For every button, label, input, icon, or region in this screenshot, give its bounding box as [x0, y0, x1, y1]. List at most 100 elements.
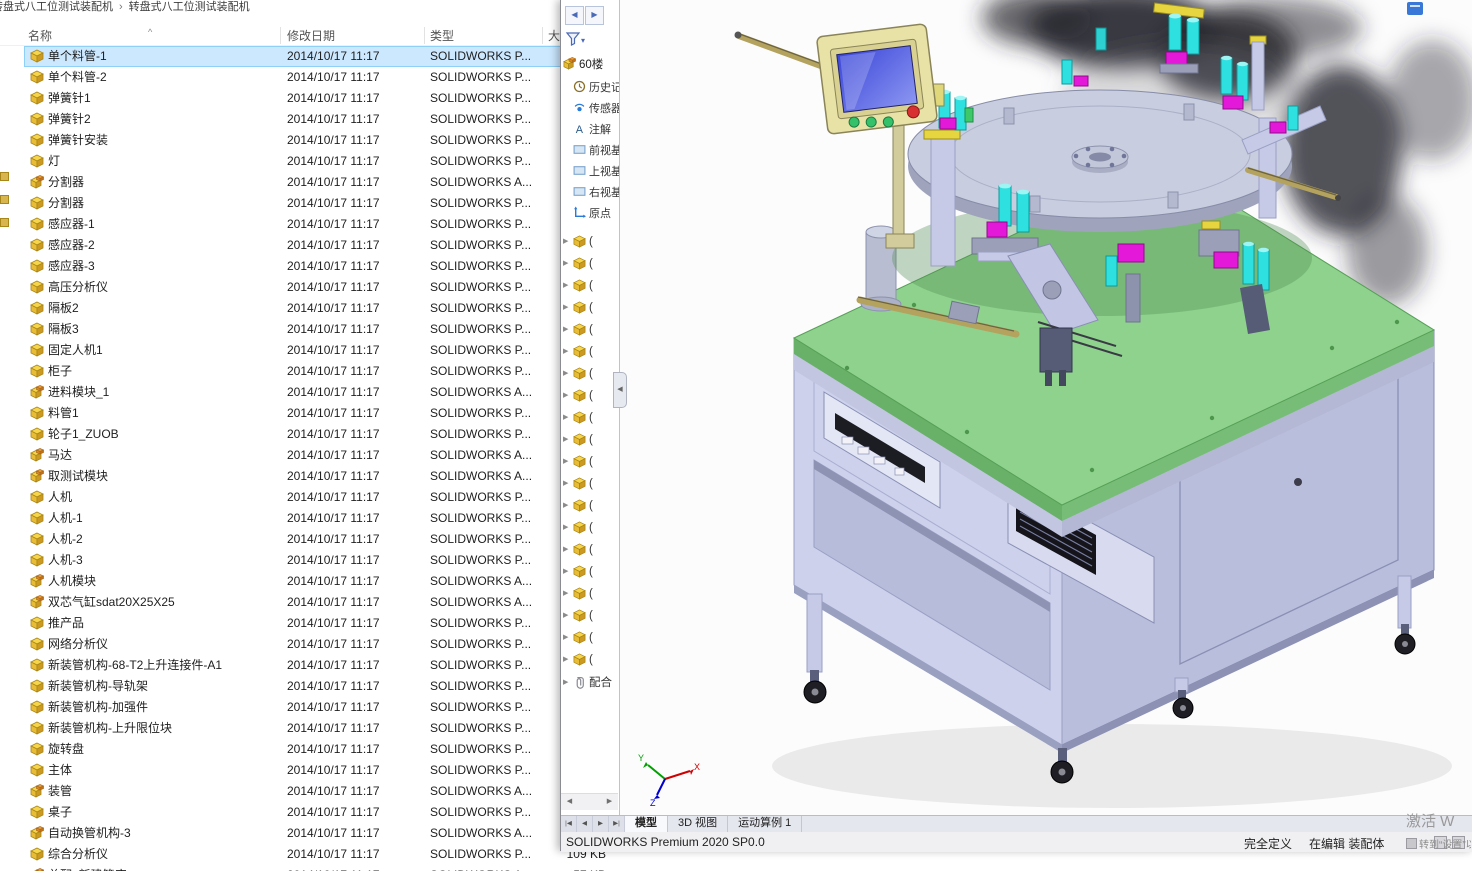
file-row[interactable]: 隔板3 2014/10/17 11:17 SOLIDWORKS P... [24, 319, 608, 340]
expand-arrow-icon[interactable]: ▶ [563, 539, 568, 561]
file-row[interactable]: 综合分析仪 2014/10/17 11:17 SOLIDWORKS P... 1… [24, 844, 608, 865]
expand-arrow-icon[interactable]: ▶ [563, 275, 568, 297]
tree-item[interactable]: 上视基准面 [573, 162, 619, 183]
expand-arrow-icon[interactable]: ▶ [563, 517, 568, 539]
column-divider[interactable] [424, 27, 425, 44]
scroll-left-icon[interactable]: ◀ [563, 796, 576, 808]
tree-component-item[interactable]: ▶ ( [561, 473, 619, 495]
tree-back-button[interactable]: ◀ [565, 6, 584, 25]
expand-arrow-icon[interactable]: ▶ [563, 231, 568, 253]
breadcrumb-segment[interactable]: 转盘式八工位测试装配机 [129, 1, 250, 13]
file-row[interactable]: 马达 2014/10/17 11:17 SOLIDWORKS A... [24, 445, 608, 466]
file-row[interactable]: 新装管机构-68-T2上升连接件-A1 2014/10/17 11:17 SOL… [24, 655, 608, 676]
file-row[interactable]: 人机 2014/10/17 11:17 SOLIDWORKS P... [24, 487, 608, 508]
expand-arrow-icon[interactable]: ▶ [563, 649, 568, 671]
tree-item[interactable]: 右视基准面 [573, 183, 619, 204]
tree-item[interactable]: 原点 [573, 204, 619, 225]
tree-item[interactable]: 前视基准面 [573, 141, 619, 162]
file-row[interactable]: 单个料管-1 2014/10/17 11:17 SOLIDWORKS P... [24, 46, 608, 67]
tree-component-item[interactable]: ▶ ( [561, 341, 619, 363]
file-row[interactable]: 弹簧针安装 2014/10/17 11:17 SOLIDWORKS P... [24, 130, 608, 151]
toolbar-app-icon[interactable] [1407, 2, 1423, 15]
file-row[interactable]: 感应器-3 2014/10/17 11:17 SOLIDWORKS P... [24, 256, 608, 277]
column-header-date[interactable]: 修改日期 [287, 27, 335, 44]
column-divider[interactable] [542, 27, 543, 44]
file-row[interactable]: 感应器-1 2014/10/17 11:17 SOLIDWORKS P... [24, 214, 608, 235]
file-row[interactable]: 隔板2 2014/10/17 11:17 SOLIDWORKS P... [24, 298, 608, 319]
expand-arrow-icon[interactable]: ▶ [563, 407, 568, 429]
tab-3d-views[interactable]: 3D 视图 [668, 816, 728, 832]
tab-motion-study[interactable]: 运动算例 1 [728, 816, 802, 832]
file-row[interactable]: 旋转盘 2014/10/17 11:17 SOLIDWORKS P... [24, 739, 608, 760]
tree-component-item[interactable]: ▶ ( [561, 583, 619, 605]
file-row[interactable]: 人机-1 2014/10/17 11:17 SOLIDWORKS P... [24, 508, 608, 529]
column-header-name[interactable]: 名称 [28, 27, 52, 44]
file-row[interactable]: 主体 2014/10/17 11:17 SOLIDWORKS P... [24, 760, 608, 781]
file-row[interactable]: 新装管机构-加强件 2014/10/17 11:17 SOLIDWORKS P.… [24, 697, 608, 718]
file-row[interactable]: 高压分析仪 2014/10/17 11:17 SOLIDWORKS P... [24, 277, 608, 298]
file-row[interactable]: 弹簧针1 2014/10/17 11:17 SOLIDWORKS P... [24, 88, 608, 109]
file-row[interactable]: 新装管机构-上升限位块 2014/10/17 11:17 SOLIDWORKS … [24, 718, 608, 739]
file-row[interactable]: 轮子1_ZUOB 2014/10/17 11:17 SOLIDWORKS P..… [24, 424, 608, 445]
expand-arrow-icon[interactable]: ▶ [563, 363, 568, 385]
expand-arrow-icon[interactable]: ▶ [563, 341, 568, 363]
model-viewport[interactable]: Y X Z [620, 0, 1472, 815]
tree-item[interactable]: 历史记录 [573, 78, 619, 99]
file-row[interactable]: 取测试模块 2014/10/17 11:17 SOLIDWORKS A... [24, 466, 608, 487]
tree-component-item[interactable]: ▶ ( [561, 429, 619, 451]
tree-component-item[interactable]: ▶ ( [561, 627, 619, 649]
tab-nav-next-icon[interactable]: ▶ [593, 816, 609, 832]
tree-item[interactable]: A注解 [573, 120, 619, 141]
breadcrumb-segment[interactable]: 转盘式八工位测试装配机 [0, 1, 113, 13]
tree-component-item[interactable]: ▶ ( [561, 495, 619, 517]
tree-root-node[interactable]: 60楼 [563, 56, 603, 75]
tree-component-item[interactable]: ▶ ( [561, 407, 619, 429]
column-header-size[interactable]: 大 [548, 27, 560, 44]
file-row[interactable]: 柜子 2014/10/17 11:17 SOLIDWORKS P... [24, 361, 608, 382]
tree-filter[interactable]: ▾ [565, 30, 585, 50]
scroll-right-icon[interactable]: ▶ [603, 796, 616, 808]
column-divider[interactable] [280, 27, 281, 44]
file-row[interactable]: 推产品 2014/10/17 11:17 SOLIDWORKS P... [24, 613, 608, 634]
breadcrumb[interactable]: 转盘式八工位测试装配机›转盘式八工位测试装配机 [0, 0, 250, 15]
tree-splitter-handle[interactable]: ◀ [613, 372, 627, 408]
tree-component-item[interactable]: ▶ ( [561, 275, 619, 297]
file-row[interactable]: 灯 2014/10/17 11:17 SOLIDWORKS P... [24, 151, 608, 172]
tree-component-item[interactable]: ▶ ( [561, 231, 619, 253]
expand-arrow-icon[interactable]: ▶ [563, 319, 568, 341]
expand-arrow-icon[interactable]: ▶ [563, 495, 568, 517]
file-row[interactable]: 自动换管机构-3 2014/10/17 11:17 SOLIDWORKS A..… [24, 823, 608, 844]
file-row[interactable]: 分割器 2014/10/17 11:17 SOLIDWORKS P... [24, 193, 608, 214]
file-row[interactable]: 分割器 2014/10/17 11:17 SOLIDWORKS A... [24, 172, 608, 193]
file-row[interactable]: 双芯气缸sdat20X25X25 2014/10/17 11:17 SOLIDW… [24, 592, 608, 613]
expand-arrow-icon[interactable]: ▶ [563, 583, 568, 605]
file-row[interactable]: 单个料管-2 2014/10/17 11:17 SOLIDWORKS P... [24, 67, 608, 88]
expand-arrow-icon[interactable]: ▶ [563, 672, 568, 694]
orientation-triad[interactable]: Y X Z [638, 753, 700, 808]
tab-model[interactable]: 模型 [625, 816, 668, 832]
tree-forward-button[interactable]: ▶ [585, 6, 604, 25]
expand-arrow-icon[interactable]: ▶ [563, 297, 568, 319]
file-row[interactable]: 人机-2 2014/10/17 11:17 SOLIDWORKS P... [24, 529, 608, 550]
tab-nav-last-icon[interactable]: ▶| [609, 816, 625, 832]
expand-arrow-icon[interactable]: ▶ [563, 253, 568, 275]
file-row[interactable]: 总配_新建管座 2014/10/17 11:17 SOLIDWORKS A...… [24, 865, 608, 871]
file-row[interactable]: 桌子 2014/10/17 11:17 SOLIDWORKS P... [24, 802, 608, 823]
file-row[interactable]: 人机模块 2014/10/17 11:17 SOLIDWORKS A... [24, 571, 608, 592]
expand-arrow-icon[interactable]: ▶ [563, 451, 568, 473]
expand-arrow-icon[interactable]: ▶ [563, 473, 568, 495]
tree-component-item[interactable]: ▶ ( [561, 319, 619, 341]
expand-arrow-icon[interactable]: ▶ [563, 561, 568, 583]
file-row[interactable]: 网络分析仪 2014/10/17 11:17 SOLIDWORKS P... [24, 634, 608, 655]
tree-component-item[interactable]: ▶ ( [561, 385, 619, 407]
expand-arrow-icon[interactable]: ▶ [563, 605, 568, 627]
tree-horizontal-scrollbar[interactable]: ◀ ▶ [561, 793, 618, 810]
tree-component-item[interactable]: ▶ ( [561, 451, 619, 473]
file-row[interactable]: 料管1 2014/10/17 11:17 SOLIDWORKS P... [24, 403, 608, 424]
file-row[interactable]: 新装管机构-导轨架 2014/10/17 11:17 SOLIDWORKS P.… [24, 676, 608, 697]
tree-component-item[interactable]: ▶ ( [561, 363, 619, 385]
tree-component-item[interactable]: ▶ ( [561, 649, 619, 671]
column-header-type[interactable]: 类型 [430, 27, 454, 44]
file-row[interactable]: 人机-3 2014/10/17 11:17 SOLIDWORKS P... [24, 550, 608, 571]
tree-component-item[interactable]: ▶ ( [561, 539, 619, 561]
